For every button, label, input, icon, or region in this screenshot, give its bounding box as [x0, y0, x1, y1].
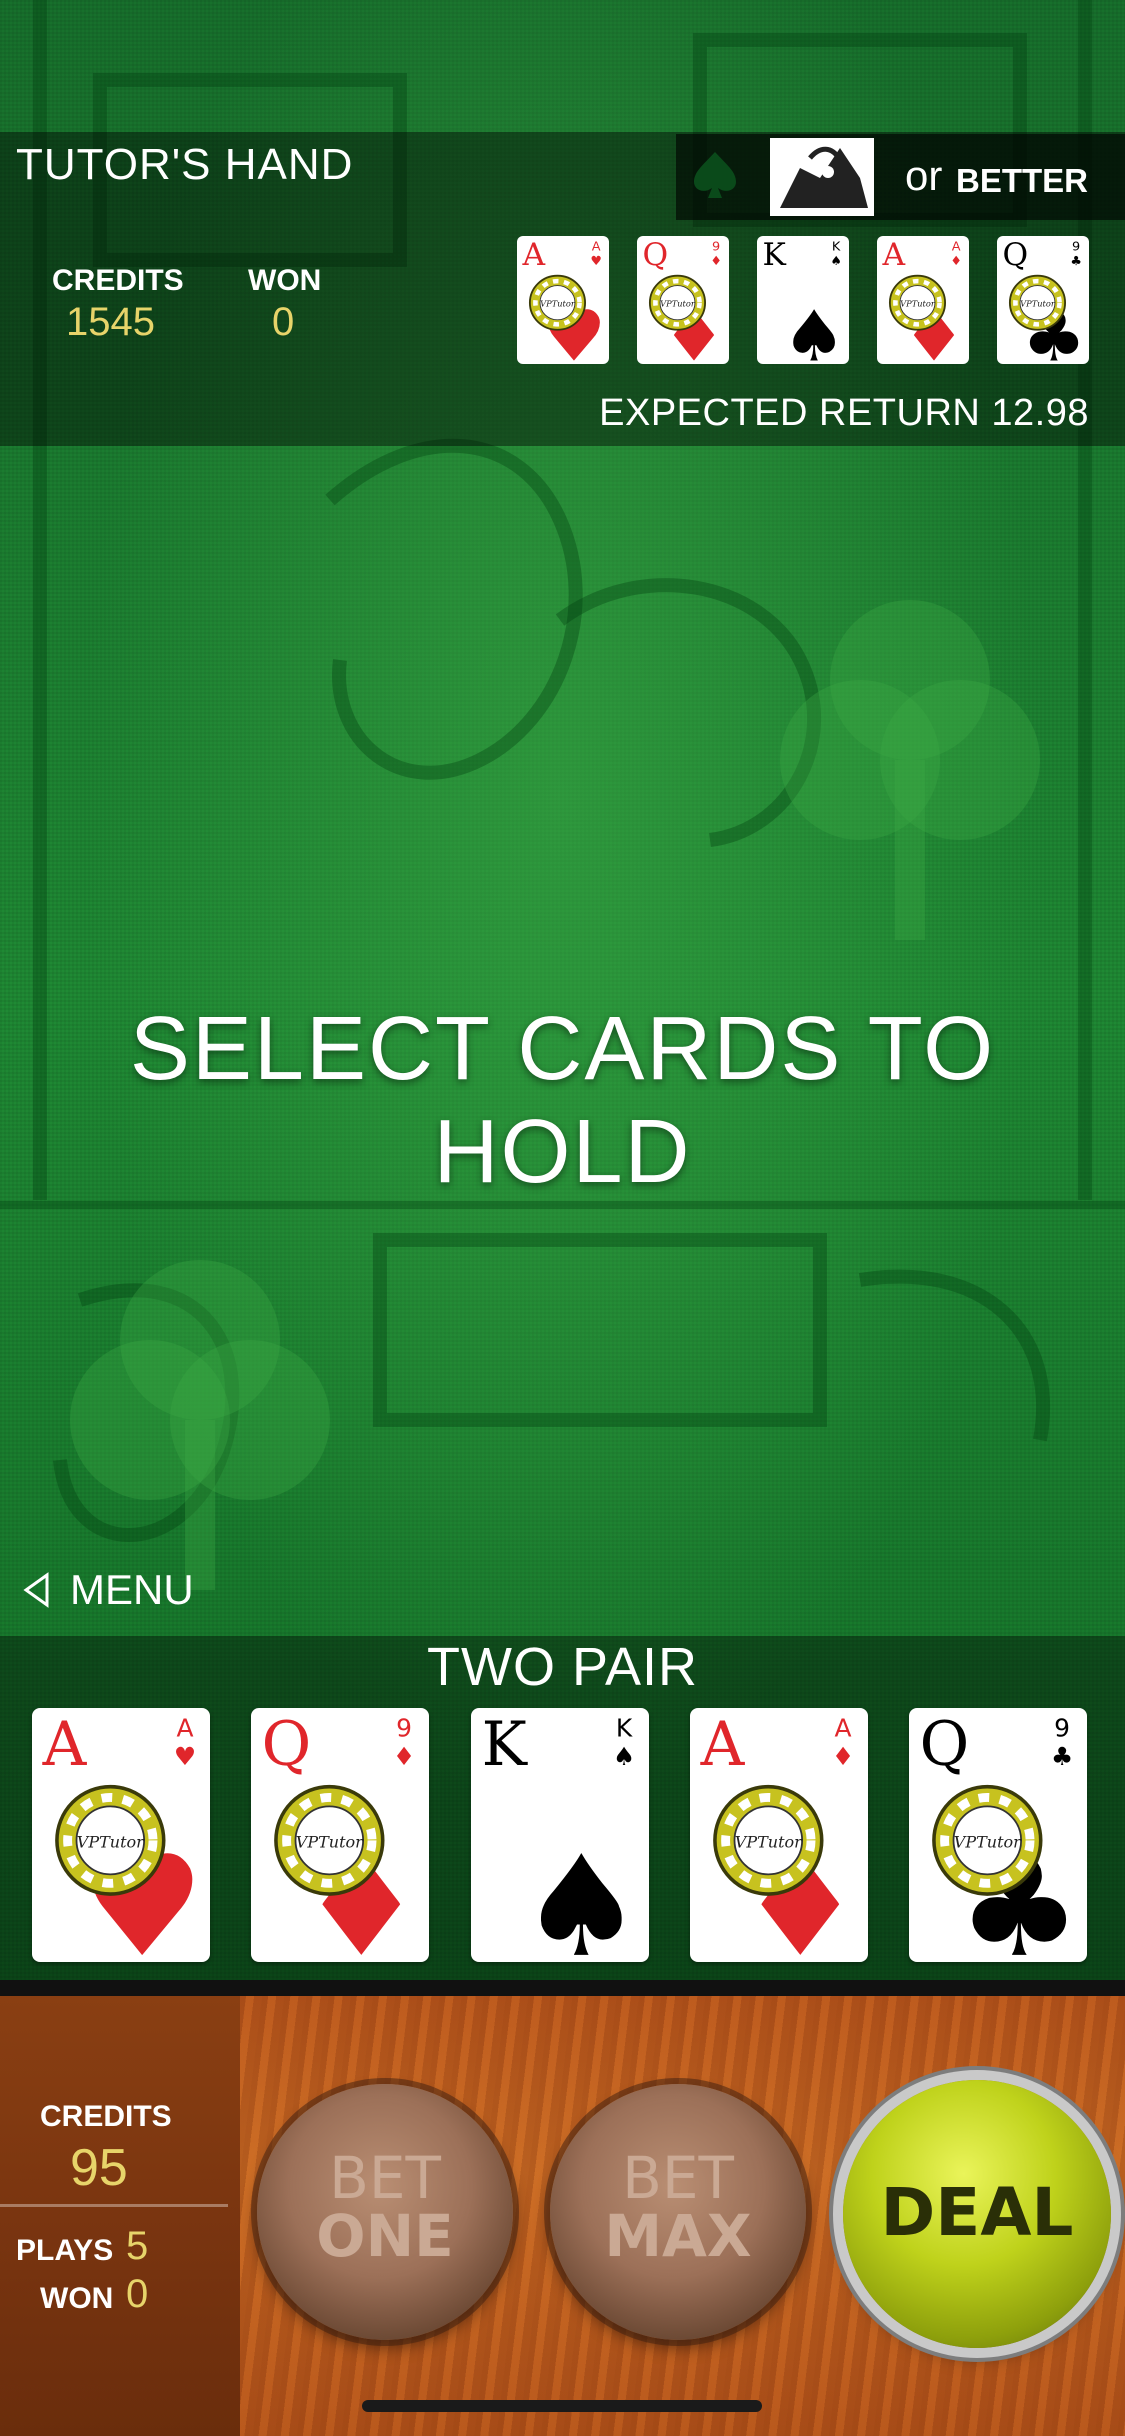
card-suit: ♠ [782, 295, 846, 364]
card-corner-rank: 9 [396, 1714, 412, 1743]
menu-label: MENU [70, 1566, 194, 1613]
chip-text: VPTutor [77, 1832, 145, 1851]
playing-card[interactable]: A A ♥ ♥ VPTutor [32, 1708, 210, 1962]
panel-divider-bar [0, 1980, 1125, 1996]
playing-card[interactable]: K K ♠ ♠ [471, 1708, 649, 1962]
card-corner-suit: ♠ [830, 254, 842, 269]
plays-label: PLAYS [16, 2234, 114, 2267]
poker-chip-icon: VPTutor [932, 1784, 1043, 1896]
poker-chip-icon: VPTutor [888, 274, 946, 331]
card-corner-rank: 9 [712, 240, 720, 255]
card-corner-suit: ♣ [1051, 1742, 1073, 1771]
tutor-hand-title: TUTOR'S HAND [16, 140, 354, 189]
card-corner-suit: ♠ [613, 1742, 635, 1771]
card-suit: ♠ [519, 1826, 643, 1962]
card-corner-suit: ♥ [590, 254, 602, 269]
chip-text: VPTutor [296, 1832, 364, 1851]
card-corner-suit: ♦ [710, 254, 722, 269]
poker-chip-icon: VPTutor [1008, 274, 1066, 331]
bet-one-button[interactable]: BET ONE [257, 2084, 513, 2340]
tutor-won-label: WON [248, 264, 322, 297]
chip-text: VPTutor [954, 1832, 1022, 1851]
card-corner-suit: ♦ [832, 1742, 854, 1771]
credits-panel [0, 1996, 240, 2436]
card-corner-rank: A [952, 240, 961, 255]
tutor-credits-value: 1545 [66, 300, 155, 344]
card-corner-rank: 9 [1054, 1714, 1070, 1743]
bet-max-line2: MAX [604, 2202, 752, 2270]
expected-return-label: EXPECTED RETURN [599, 392, 981, 434]
poker-chip-icon: VPTutor [528, 274, 586, 331]
card-rank: A [882, 237, 906, 273]
home-indicator [362, 2400, 762, 2412]
card-rank: K [482, 1710, 529, 1780]
bet-one-line2: ONE [316, 2202, 454, 2270]
won-label: WON [40, 2282, 114, 2315]
card-rank: Q [920, 1710, 970, 1780]
card-corner-suit: ♥ [174, 1742, 196, 1771]
card-rank: Q [643, 237, 669, 273]
poker-chip-icon: VPTutor [648, 274, 706, 331]
deal-label: DEAL [880, 2174, 1074, 2251]
tutor-card: K K ♠ ♠ [757, 236, 849, 364]
card-corner-suit: ♦ [393, 1742, 415, 1771]
won-value: 0 [126, 2272, 149, 2316]
select-cards-prompt: SELECT CARDS TO HOLD [129, 999, 996, 1202]
expected-return: EXPECTED RETURN 12.98 [599, 392, 1089, 435]
menu-back-icon [23, 1572, 49, 1608]
expected-return-value: 12.98 [991, 392, 1089, 434]
card-rank: A [42, 1710, 88, 1780]
card-rank: A [700, 1710, 746, 1780]
card-rank: Q [1003, 237, 1029, 273]
badge-better-text: BETTER [956, 162, 1088, 199]
chip-text: VPTutor [900, 298, 936, 308]
card-corner-rank: A [592, 240, 601, 255]
card-corner-suit: ♣ [1070, 254, 1082, 269]
card-corner-suit: ♦ [950, 254, 962, 269]
bet-max-button[interactable]: BET MAX [550, 2084, 806, 2340]
poker-chip-icon: VPTutor [274, 1784, 385, 1896]
tutor-credits-label: CREDITS [52, 264, 184, 297]
credits-value: 95 [70, 2139, 128, 2197]
jack-icon [770, 138, 874, 216]
playing-card[interactable]: Q 9 ♣ ♣ VPTutor [909, 1708, 1087, 1962]
panel-divider [0, 2204, 228, 2207]
tutor-card: Q 9 ♦ ♦ VPTutor [637, 236, 729, 364]
deal-button[interactable]: DEAL [843, 2080, 1111, 2348]
chip-text: VPTutor [1020, 298, 1056, 308]
chip-text: VPTutor [735, 1832, 803, 1851]
poker-chip-icon: VPTutor [713, 1784, 824, 1896]
spade-icon [694, 152, 736, 198]
credits-label: CREDITS [40, 2100, 172, 2133]
poker-chip-icon: VPTutor [55, 1784, 166, 1896]
chip-text: VPTutor [660, 298, 696, 308]
card-rank: A [522, 237, 546, 273]
tutor-card: A A ♦ ♦ VPTutor [877, 236, 969, 364]
badge-or-text: or [905, 152, 943, 199]
card-rank: K [763, 237, 787, 273]
card-corner-rank: 9 [1072, 240, 1080, 255]
card-corner-rank: K [616, 1714, 633, 1743]
tutor-won-value: 0 [272, 300, 295, 344]
chip-text: VPTutor [540, 298, 576, 308]
hand-result: TWO PAIR [427, 1637, 698, 1697]
playing-card[interactable]: A A ♦ ♦ VPTutor [690, 1708, 868, 1962]
playing-card[interactable]: Q 9 ♦ ♦ VPTutor [251, 1708, 429, 1962]
card-corner-rank: K [832, 240, 841, 255]
menu-button[interactable]: MENU [22, 1566, 194, 1614]
tutor-card: Q 9 ♣ ♣ VPTutor [997, 236, 1089, 364]
card-rank: Q [262, 1710, 312, 1780]
card-corner-rank: A [177, 1714, 194, 1743]
card-corner-rank: A [835, 1714, 852, 1743]
plays-value: 5 [126, 2224, 149, 2268]
tutor-card: A A ♥ ♥ VPTutor [517, 236, 609, 364]
